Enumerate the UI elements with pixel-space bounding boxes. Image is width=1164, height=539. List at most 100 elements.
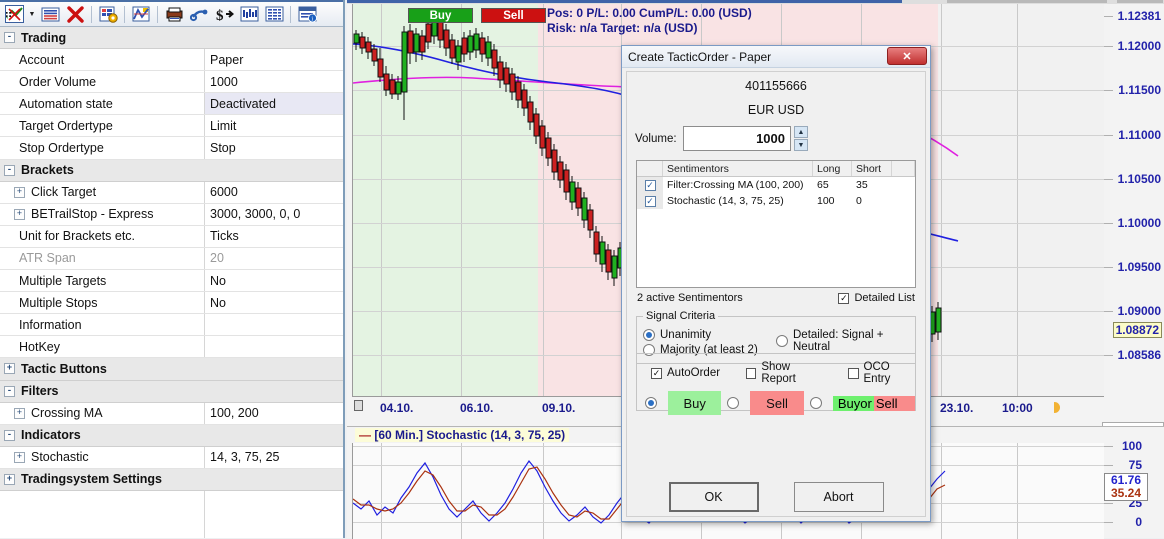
showreport-toggle[interactable]: Show Report: [746, 361, 822, 385]
setting-value[interactable]: 3000, 3000, 0, 0: [205, 204, 343, 225]
settings-group-tactic-buttons[interactable]: + Tactic Buttons: [0, 358, 343, 381]
settings-row[interactable]: + Stochastic 14, 3, 75, 25: [0, 446, 343, 469]
ok-button[interactable]: OK: [668, 482, 759, 512]
wrench-icon[interactable]: [187, 3, 211, 25]
setting-value[interactable]: 1000: [205, 71, 343, 92]
settings-row[interactable]: Multiple Targets No: [0, 270, 343, 293]
table-row[interactable]: ✓ Stochastic (14, 3, 75, 25) 100 0: [637, 193, 915, 209]
dialog-title-bar[interactable]: Create TacticOrder - Paper ✕: [622, 46, 930, 68]
radio-buyorsell-button[interactable]: [809, 397, 822, 409]
radio-detailed[interactable]: Detailed: Signal + Neutral: [776, 329, 909, 353]
settings-row[interactable]: + Click Target 6000: [0, 181, 343, 204]
chart-bars-icon[interactable]: [237, 3, 261, 25]
setting-value[interactable]: [205, 314, 343, 335]
collapse-icon[interactable]: -: [4, 429, 15, 441]
order-buy-button[interactable]: Buy: [668, 391, 722, 415]
sell-button[interactable]: Sell: [481, 8, 546, 23]
order-lines-icon[interactable]: [38, 3, 62, 25]
expand-icon[interactable]: +: [14, 208, 25, 220]
setting-value[interactable]: [205, 336, 343, 357]
table-row[interactable]: ✓ Filter:Crossing MA (100, 200) 65 35: [637, 177, 915, 193]
collapse-icon[interactable]: -: [4, 385, 15, 397]
collapse-icon[interactable]: -: [4, 164, 15, 176]
settings-row[interactable]: + Crossing MA 100, 200: [0, 402, 343, 425]
settings-group-trading[interactable]: - Trading: [0, 27, 343, 50]
column-short: Short: [852, 161, 892, 176]
settings-row[interactable]: Multiple Stops No: [0, 292, 343, 315]
chart-tactic-icon[interactable]: [2, 3, 26, 25]
currency-icon[interactable]: $: [212, 3, 236, 25]
settings-row[interactable]: Target Ordertype Limit: [0, 115, 343, 138]
detailed-list-toggle[interactable]: ✓ Detailed List: [838, 292, 915, 304]
radio-sell-button[interactable]: [727, 397, 740, 409]
printer-icon[interactable]: [162, 3, 186, 25]
expand-icon[interactable]: +: [14, 407, 25, 419]
dropdown-caret[interactable]: ▼: [27, 3, 37, 25]
setting-label: Crossing MA: [31, 406, 103, 421]
stochastic-d-value: 35.24: [1110, 486, 1142, 500]
row-long: 100: [817, 195, 835, 207]
expand-icon[interactable]: +: [14, 186, 25, 198]
settings-grid-icon[interactable]: [96, 3, 120, 25]
setting-value[interactable]: Limit: [205, 115, 343, 136]
volume-increment-button[interactable]: ▲: [794, 126, 808, 138]
settings-group-filters[interactable]: - Filters: [0, 380, 343, 403]
indicator-curve-icon[interactable]: [129, 3, 153, 25]
signal-criteria-legend: Signal Criteria: [646, 310, 716, 322]
autoorder-checkbox[interactable]: ✓: [651, 367, 662, 379]
axis-pin-icon[interactable]: [354, 400, 363, 411]
order-sell-button[interactable]: Sell: [750, 391, 804, 415]
settings-row[interactable]: Automation state Deactivated: [0, 93, 343, 116]
setting-value[interactable]: 14, 3, 75, 25: [205, 447, 343, 468]
sentimentors-table[interactable]: Sentimentors Long Short ✓ Filter:Crossin…: [636, 160, 916, 288]
setting-value[interactable]: 100, 200: [205, 403, 343, 424]
position-line-1: Pos: 0 P/L: 0.00 CumP/L: 0.00 (USD): [547, 6, 752, 20]
abort-button[interactable]: Abort: [793, 482, 884, 512]
showreport-checkbox[interactable]: [746, 367, 757, 379]
setting-value[interactable]: No: [205, 270, 343, 291]
settings-row[interactable]: Information: [0, 314, 343, 337]
setting-value[interactable]: No: [205, 292, 343, 313]
setting-value[interactable]: 20: [205, 248, 343, 269]
settings-row[interactable]: Stop Ordertype Stop: [0, 137, 343, 160]
settings-row[interactable]: Order Volume 1000: [0, 71, 343, 94]
volume-input[interactable]: 1000: [683, 126, 791, 151]
settings-grid[interactable]: - Trading Account Paper Order Volume 1000 Auto…: [0, 27, 343, 538]
autoorder-toggle[interactable]: ✓ AutoOrder: [651, 367, 720, 379]
expand-icon[interactable]: +: [4, 473, 15, 485]
setting-value[interactable]: Stop: [205, 137, 343, 158]
setting-value[interactable]: Ticks: [205, 226, 343, 247]
radio-unanimity-button[interactable]: [643, 329, 655, 341]
settings-group-indicators[interactable]: - Indicators: [0, 424, 343, 447]
delete-order-icon[interactable]: [63, 3, 87, 25]
expand-icon[interactable]: +: [14, 451, 25, 463]
setting-value[interactable]: Paper: [205, 49, 343, 70]
row-checkbox[interactable]: ✓: [644, 179, 656, 191]
settings-group-brackets[interactable]: - Brackets: [0, 159, 343, 182]
info-table-icon[interactable]: i: [295, 3, 319, 25]
volume-decrement-button[interactable]: ▼: [794, 139, 808, 151]
settings-row[interactable]: Account Paper: [0, 49, 343, 72]
ocoentry-checkbox[interactable]: [848, 367, 859, 379]
buy-button[interactable]: Buy: [408, 8, 473, 23]
radio-buy-button[interactable]: [645, 397, 657, 409]
settings-row[interactable]: Unit for Brackets etc. Ticks: [0, 225, 343, 248]
settings-row[interactable]: + BETrailStop - Express 3000, 3000, 0, 0: [0, 203, 343, 226]
row-checkbox[interactable]: ✓: [644, 195, 656, 207]
settings-row[interactable]: ATR Span 20: [0, 247, 343, 271]
radio-unanimity[interactable]: Unanimity: [643, 329, 776, 341]
radio-detailed-button[interactable]: [776, 335, 788, 347]
settings-group-tradingsystem-settings[interactable]: + Tradingsystem Settings: [0, 468, 343, 491]
collapse-icon[interactable]: -: [4, 32, 15, 44]
table-icon[interactable]: [262, 3, 286, 25]
settings-row[interactable]: HotKey: [0, 336, 343, 359]
x-tick: 06.10.: [460, 401, 494, 415]
detailed-list-checkbox[interactable]: ✓: [838, 292, 850, 304]
setting-value[interactable]: 6000: [205, 182, 343, 203]
ocoentry-toggle[interactable]: OCO Entry: [848, 361, 915, 385]
create-tacticorder-dialog[interactable]: Create TacticOrder - Paper ✕ 401155666 E…: [621, 45, 931, 522]
order-buy-or-sell-button[interactable]: Buy or Sell: [832, 391, 915, 415]
close-icon[interactable]: ✕: [887, 47, 927, 65]
setting-value[interactable]: Deactivated: [205, 93, 343, 115]
expand-icon[interactable]: +: [4, 363, 15, 375]
